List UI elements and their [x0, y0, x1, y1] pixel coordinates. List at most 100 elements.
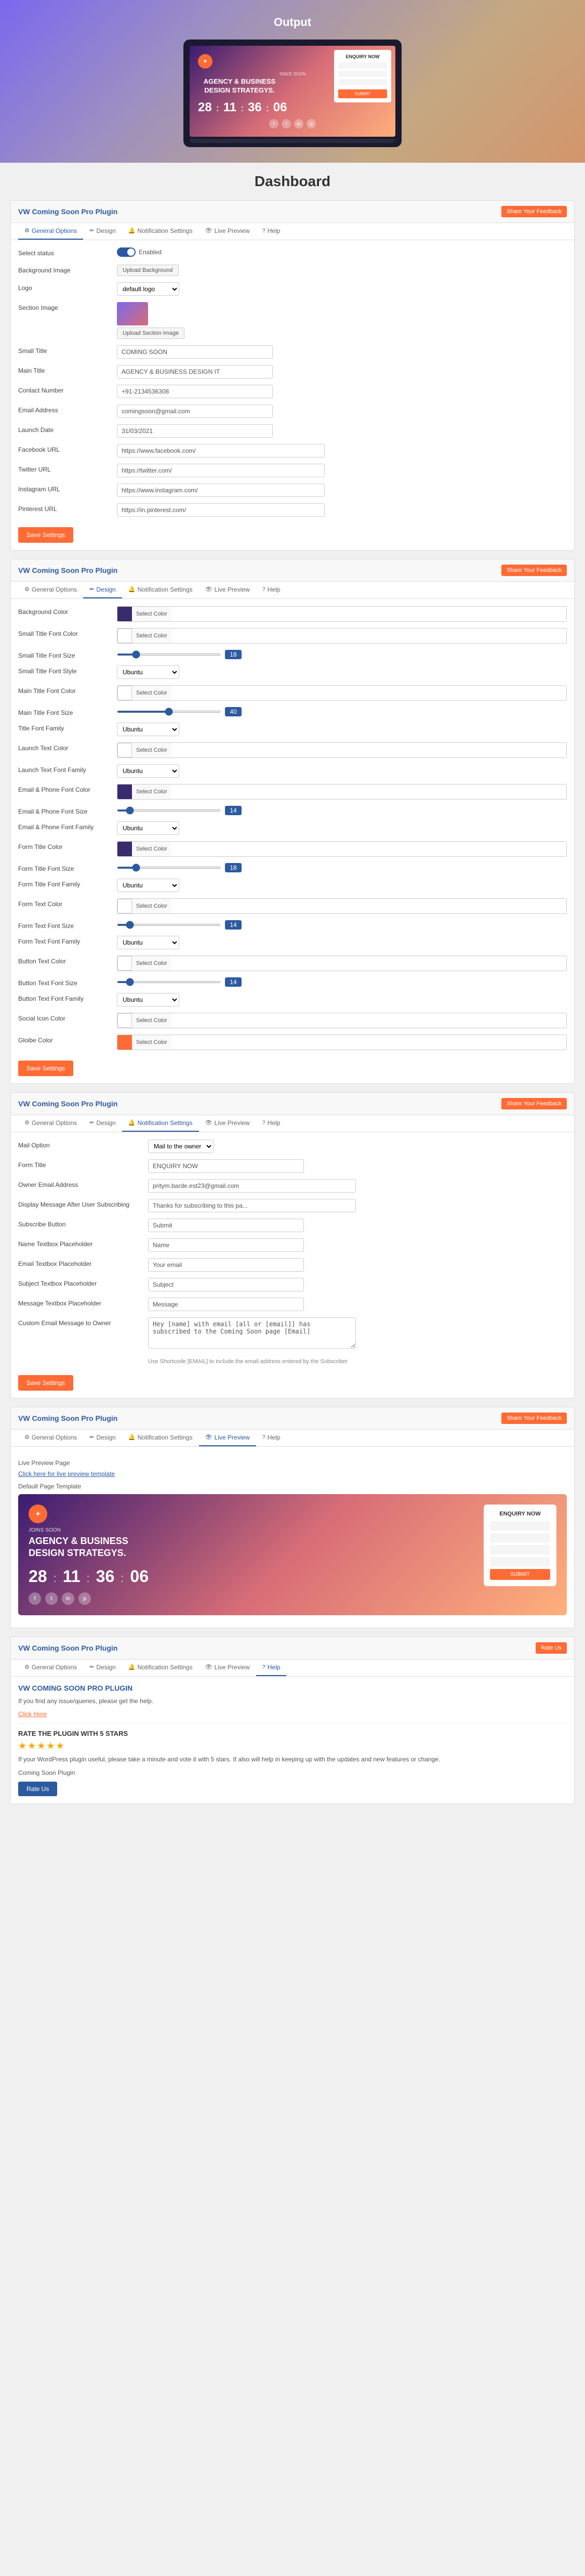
tab-lp-design[interactable]: ✏ Design	[83, 1430, 122, 1446]
input-instagram-url[interactable]	[117, 483, 325, 497]
select-form-title-family[interactable]: Ubuntu	[117, 879, 179, 892]
tab-h-preview[interactable]: 👁 Live Preview	[199, 1659, 256, 1676]
label-main-title-size: Main Title Font Size	[18, 707, 112, 716]
tab-n-notification[interactable]: 🔔 Notification Settings	[122, 1115, 199, 1132]
select-form-text-family[interactable]: Ubuntu	[117, 936, 179, 949]
form-title-color-picker[interactable]: Select Color	[117, 841, 567, 857]
panel-notification: VW Coming Soon Pro Plugin Share Your Fee…	[10, 1092, 575, 1398]
share-feedback-btn-design[interactable]: Share Your Feedback	[501, 565, 567, 576]
input-main-title[interactable]	[117, 365, 273, 378]
tab-d-design[interactable]: ✏ Design	[83, 582, 122, 598]
save-settings-btn-design[interactable]: Save Settings	[18, 1061, 73, 1076]
input-launch-date[interactable]	[117, 424, 273, 438]
select-launch-font-family[interactable]: Ubuntu	[117, 764, 179, 778]
range-input-small-title[interactable]	[117, 653, 221, 656]
upload-section-image-btn[interactable]: Upload Section Image	[117, 328, 184, 339]
select-mail-option[interactable]: Mail to the owner	[148, 1140, 214, 1153]
input-small-title[interactable]	[117, 345, 273, 359]
input-name-placeholder[interactable]	[148, 1238, 304, 1252]
enquiry-submit-btn[interactable]: SUBMIT	[338, 89, 387, 98]
field-name-placeholder: Name Textbox Placeholder	[18, 1238, 567, 1252]
share-feedback-btn-general[interactable]: Share Your Feedback	[501, 206, 567, 217]
tab-n-general[interactable]: ⚙ General Options	[18, 1115, 83, 1132]
select-main-title-family[interactable]: Ubuntu	[117, 723, 179, 736]
range-input-form-title[interactable]	[117, 867, 221, 869]
control-form-title-notif	[148, 1159, 567, 1173]
input-message-placeholder[interactable]	[148, 1298, 304, 1311]
range-input-email-phone[interactable]	[117, 809, 221, 812]
tab-lp-notification[interactable]: 🔔 Notification Settings	[122, 1430, 199, 1446]
select-small-title-style[interactable]: Ubuntu	[117, 665, 179, 679]
input-twitter-url[interactable]	[117, 464, 325, 477]
upload-bg-btn[interactable]: Upload Background	[117, 265, 179, 276]
toggle-track-status[interactable]	[117, 247, 136, 257]
select-btn-text-family[interactable]: Ubuntu	[117, 993, 179, 1006]
input-pinterest-url[interactable]	[117, 503, 325, 517]
tab-d-notif-icon: 🔔	[128, 586, 136, 593]
input-facebook-url[interactable]	[117, 444, 325, 457]
bg-color-swatch	[117, 607, 132, 621]
help-click-here-link[interactable]: Click Here	[18, 1710, 47, 1718]
range-input-main-title[interactable]	[117, 711, 221, 713]
email-phone-color-picker[interactable]: Select Color	[117, 784, 567, 800]
tab-n-preview[interactable]: 👁 Live Preview	[199, 1115, 256, 1132]
input-display-message[interactable]	[148, 1199, 356, 1212]
tab-notification[interactable]: 🔔 Notification Settings	[122, 223, 199, 240]
tab-n-help[interactable]: ? Help	[256, 1115, 287, 1132]
tab-d-notification[interactable]: 🔔 Notification Settings	[122, 582, 199, 598]
tab-design[interactable]: ✏ Design	[83, 223, 122, 240]
small-title-color-picker[interactable]: Select Color	[117, 628, 567, 644]
tab-d-help[interactable]: ? Help	[256, 582, 287, 598]
launch-text-color-picker[interactable]: Select Color	[117, 742, 567, 758]
field-small-title-style: Small Title Font Style Ubuntu	[18, 665, 567, 679]
social-icon-color-picker[interactable]: Select Color	[117, 1013, 567, 1028]
control-main-title-color: Select Color	[117, 685, 567, 701]
tab-d-preview[interactable]: 👁 Live Preview	[199, 582, 256, 598]
live-preview-link[interactable]: Click here for live preview template	[18, 1470, 115, 1477]
globe-color-picker[interactable]: Select Color	[117, 1035, 567, 1050]
textarea-custom-email-message[interactable]: Hey [name] with email [all or [email]] h…	[148, 1317, 356, 1349]
tab-h-help[interactable]: ? Help	[256, 1659, 287, 1676]
tab-h-design[interactable]: ✏ Design	[83, 1659, 122, 1676]
range-input-form-text[interactable]	[117, 924, 221, 926]
save-settings-btn-notification[interactable]: Save Settings	[18, 1375, 73, 1391]
preview-submit-btn[interactable]: SUBMIT	[490, 1569, 550, 1580]
tab-d-general[interactable]: ⚙ General Options	[18, 582, 83, 598]
rate-us-btn[interactable]: Rate Us	[18, 1782, 57, 1796]
input-form-title-notif[interactable]	[148, 1159, 304, 1173]
label-main-title-family: Title Font Family	[18, 723, 112, 732]
input-email-address[interactable]	[117, 404, 273, 418]
form-text-color-picker[interactable]: Select Color	[117, 898, 567, 914]
tab-lp-help[interactable]: ? Help	[256, 1430, 287, 1446]
range-value-email-phone: 14	[225, 806, 242, 815]
tab-help[interactable]: ? Help	[256, 223, 287, 240]
main-title-color-picker[interactable]: Select Color	[117, 685, 567, 701]
field-form-title-notif: Form Title	[18, 1159, 567, 1173]
range-input-btn-text[interactable]	[117, 981, 221, 983]
tab-lp-preview[interactable]: 👁 Live Preview	[199, 1430, 256, 1446]
select-email-phone-family[interactable]: Ubuntu	[117, 821, 179, 835]
btn-text-color-picker[interactable]: Select Color	[117, 956, 567, 971]
tab-h-notification[interactable]: 🔔 Notification Settings	[122, 1659, 199, 1676]
input-subscribe-btn[interactable]	[148, 1219, 304, 1232]
input-email-placeholder[interactable]	[148, 1258, 304, 1272]
label-select-status: Select status	[18, 247, 112, 257]
tab-h-general[interactable]: ⚙ General Options	[18, 1659, 83, 1676]
input-owner-email[interactable]	[148, 1179, 356, 1193]
tab-n-design[interactable]: ✏ Design	[83, 1115, 122, 1132]
tab-lp-general[interactable]: ⚙ General Options	[18, 1430, 83, 1446]
launch-text-color-swatch	[117, 743, 132, 757]
preview-days: 28	[29, 1567, 47, 1586]
tab-general-options[interactable]: ⚙ General Options	[18, 223, 83, 240]
input-subject-placeholder[interactable]	[148, 1278, 304, 1291]
tab-live-preview[interactable]: 👁 Live Preview	[199, 223, 256, 240]
input-contact-number[interactable]	[117, 385, 273, 398]
rate-us-header-btn[interactable]: Rate Us	[536, 1642, 567, 1654]
share-feedback-btn-notification[interactable]: Share Your Feedback	[501, 1098, 567, 1109]
bg-color-picker[interactable]: Select Color	[117, 606, 567, 622]
control-email-phone-color: Select Color	[117, 784, 567, 800]
laptop-base	[190, 139, 395, 143]
logo-select[interactable]: default logo	[117, 282, 179, 296]
save-settings-btn-general[interactable]: Save Settings	[18, 527, 73, 543]
share-feedback-btn-preview[interactable]: Share Your Feedback	[501, 1413, 567, 1424]
